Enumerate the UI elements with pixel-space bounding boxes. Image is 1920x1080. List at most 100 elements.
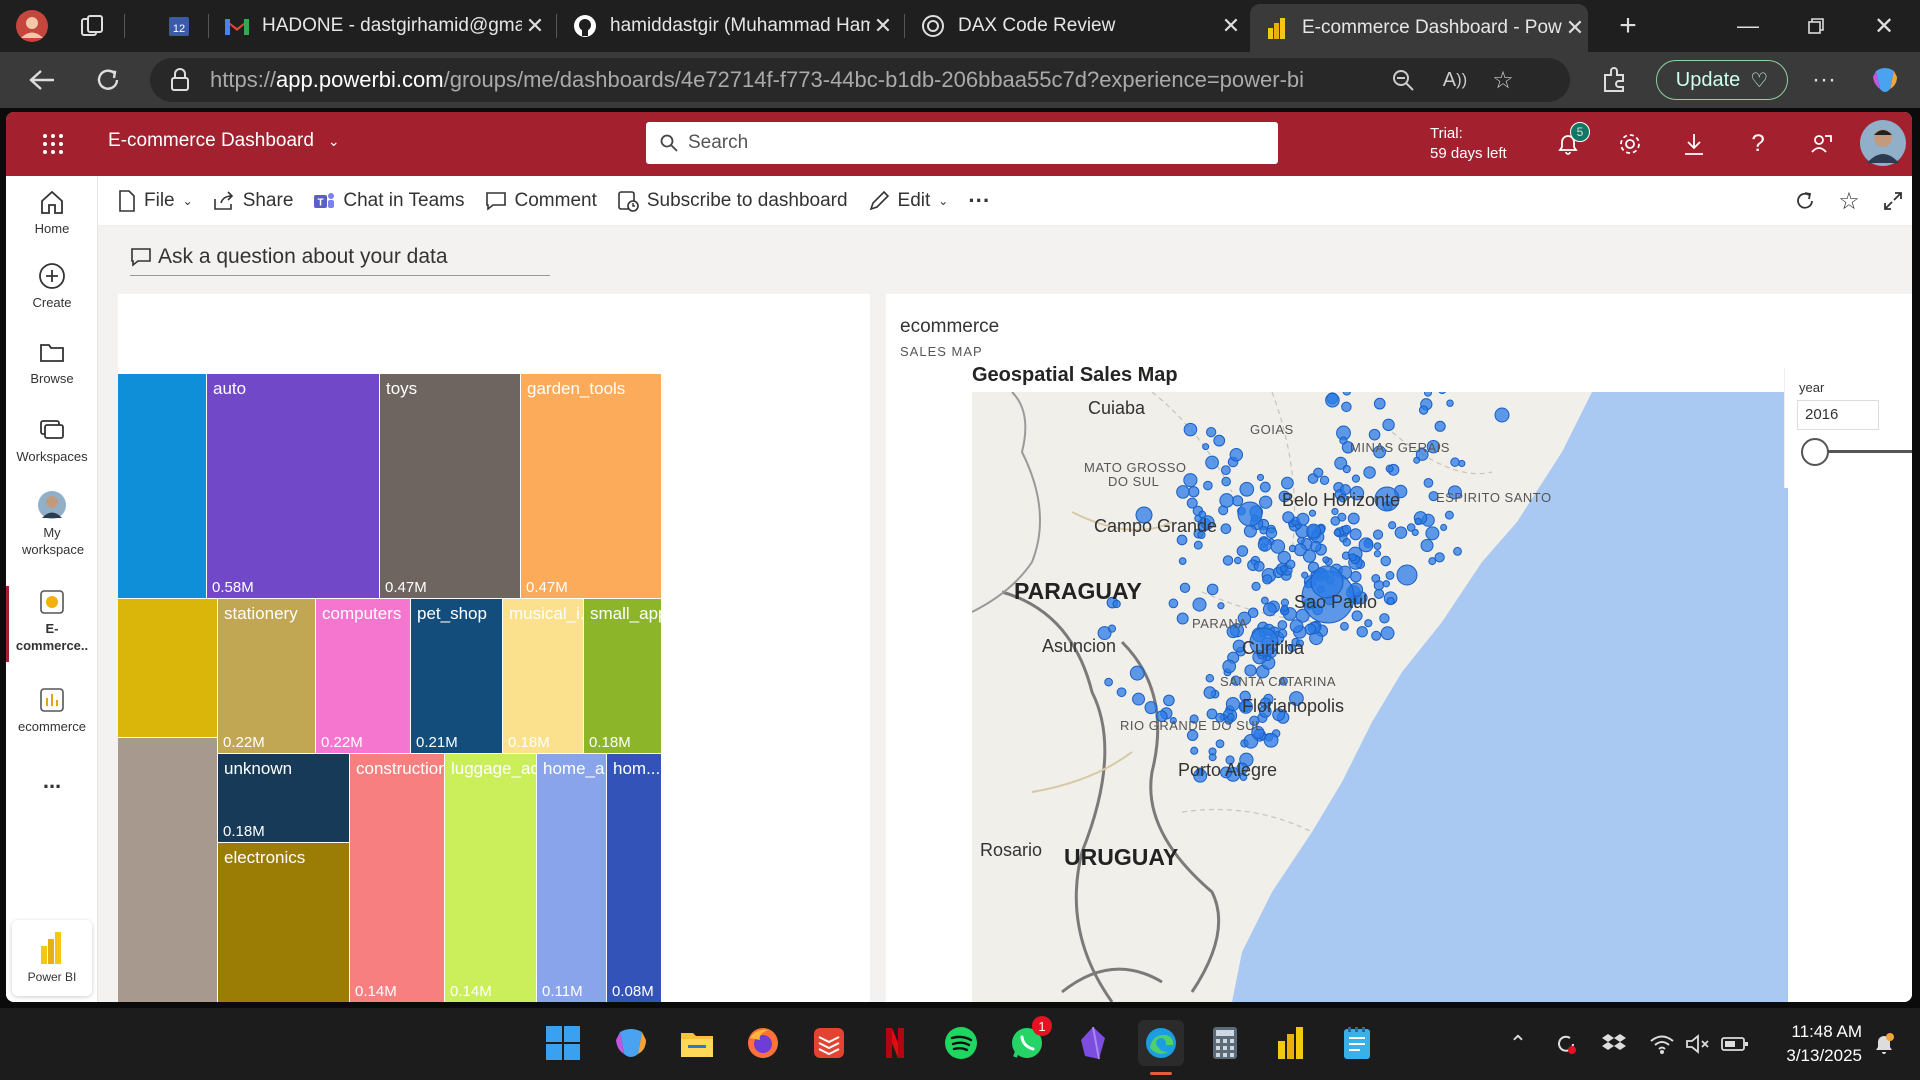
notifications-icon[interactable]: 5	[1548, 122, 1590, 162]
download-icon[interactable]	[1674, 126, 1714, 162]
sales-bubble[interactable]	[1239, 481, 1255, 497]
sales-bubble[interactable]	[1380, 555, 1391, 567]
sales-bubble[interactable]	[1183, 473, 1198, 488]
sales-bubble[interactable]	[1179, 582, 1191, 594]
sales-bubble[interactable]	[1251, 581, 1261, 592]
sales-bubble[interactable]	[1260, 596, 1269, 605]
nav-ecommerce-dashboard[interactable]: E-commerce..	[6, 588, 98, 654]
sales-bubble[interactable]	[1289, 619, 1304, 633]
sales-bubble[interactable]	[1341, 524, 1352, 535]
fullscreen-icon[interactable]	[1878, 186, 1908, 216]
treemap-tile-stationery[interactable]: stationery 0.22M	[218, 599, 315, 753]
sales-bubble[interactable]	[1281, 476, 1294, 490]
sales-bubble[interactable]	[1379, 613, 1390, 624]
sales-bubble[interactable]	[1232, 495, 1244, 507]
sales-bubble[interactable]	[1262, 574, 1273, 585]
powerbi-desktop-icon[interactable]	[1270, 1022, 1312, 1064]
sales-bubble[interactable]	[1220, 465, 1231, 476]
sales-bubble[interactable]	[1229, 448, 1244, 462]
sales-bubble[interactable]	[1116, 687, 1127, 698]
sales-bubble[interactable]	[1434, 552, 1445, 563]
sales-bubble[interactable]	[1186, 497, 1198, 509]
sales-bubble[interactable]	[1236, 545, 1249, 557]
sales-bubble[interactable]	[1192, 597, 1207, 612]
sales-bubble[interactable]	[1434, 420, 1446, 432]
sales-bubble[interactable]	[1423, 477, 1434, 488]
spotify-icon[interactable]	[940, 1022, 982, 1064]
sales-bubble[interactable]	[1178, 557, 1187, 566]
chat-in-teams-button[interactable]: T Chat in Teams	[313, 190, 465, 212]
treemap-tile-auto[interactable]: auto 0.58M	[207, 374, 379, 598]
sales-bubble[interactable]	[1163, 694, 1175, 707]
close-tab-icon[interactable]: ✕	[1218, 13, 1244, 39]
sales-bubble[interactable]	[1221, 476, 1231, 487]
dashboard-title-dropdown[interactable]: E-commerce Dashboard ⌄	[108, 130, 340, 152]
treemap-tile-unlabeled[interactable]	[118, 738, 217, 1002]
sales-bubble[interactable]	[1206, 583, 1219, 596]
treemap-tile-computers[interactable]: computers 0.22M	[316, 599, 410, 753]
sales-bubble[interactable]	[1277, 620, 1288, 630]
sales-bubble[interactable]	[1342, 392, 1352, 396]
sales-bubble[interactable]	[1176, 612, 1189, 625]
obsidian-icon[interactable]	[1072, 1022, 1114, 1064]
sales-bubble[interactable]	[1205, 426, 1217, 438]
search-input[interactable]: Search	[646, 122, 1278, 164]
sales-bubble[interactable]	[1418, 405, 1429, 415]
treemap-tile[interactable]: auto 0.58M toys 0.47M garden_tools 0.47M stati…	[118, 294, 870, 1002]
nav-ecommerce-report[interactable]: ecommerce	[6, 686, 98, 735]
treemap-tile-electronics[interactable]: electronics	[218, 843, 349, 1002]
geospatial-map[interactable]: Cuiaba Campo Grande Belo Horizonte Asunc…	[972, 392, 1788, 1002]
help-icon[interactable]: ?	[1738, 126, 1778, 162]
sales-bubble[interactable]	[1425, 526, 1440, 541]
sales-bubble[interactable]	[1220, 523, 1232, 535]
profile-avatar-icon[interactable]	[14, 8, 50, 44]
minimize-icon[interactable]: —	[1730, 10, 1766, 42]
sales-bubble[interactable]	[1263, 732, 1279, 748]
treemap-tile-unknown[interactable]: unknown 0.18M	[218, 754, 349, 842]
refresh-visuals-icon[interactable]	[1790, 186, 1820, 216]
sales-bubble[interactable]	[1203, 480, 1213, 491]
sales-bubble[interactable]	[1259, 481, 1271, 493]
sales-bubble[interactable]	[1297, 536, 1305, 545]
sales-bubble[interactable]	[1350, 571, 1362, 583]
subscribe-button[interactable]: Subscribe to dashboard	[617, 190, 848, 212]
treemap-tile-unlabeled[interactable]	[118, 599, 217, 737]
sales-bubble[interactable]	[1386, 596, 1395, 606]
sales-bubble[interactable]	[1219, 493, 1234, 508]
user-avatar[interactable]	[1858, 118, 1908, 168]
sales-bubble[interactable]	[1296, 512, 1310, 526]
favorite-icon[interactable]: ☆	[1834, 186, 1864, 216]
sales-bubble[interactable]	[1253, 560, 1265, 572]
sales-bubble[interactable]	[1363, 466, 1376, 479]
sales-bubble[interactable]	[1281, 604, 1289, 612]
sales-bubble[interactable]	[1215, 739, 1225, 749]
sales-bubble[interactable]	[1237, 501, 1263, 527]
treemap-tile-garden-tools[interactable]: garden_tools 0.47M	[521, 374, 661, 598]
sales-bubble[interactable]	[1265, 527, 1278, 539]
calculator-icon[interactable]	[1204, 1022, 1246, 1064]
sales-bubble[interactable]	[1340, 621, 1349, 631]
edit-button[interactable]: Edit ⌄	[868, 190, 948, 212]
settings-gear-icon[interactable]	[1610, 126, 1650, 162]
tab-chatgpt[interactable]: DAX Code Review ✕	[906, 6, 1244, 46]
treemap-tile-toys[interactable]: toys 0.47M	[380, 374, 520, 598]
sales-bubble[interactable]	[1188, 486, 1200, 498]
sales-bubble[interactable]	[1183, 422, 1198, 437]
extensions-icon[interactable]	[1596, 62, 1632, 98]
sales-bubble[interactable]	[1193, 540, 1203, 550]
nav-create[interactable]: Create	[6, 262, 98, 311]
dropbox-icon[interactable]	[1598, 1030, 1630, 1058]
sales-bubble[interactable]	[1205, 455, 1219, 470]
sales-bubble[interactable]	[1222, 659, 1237, 674]
sales-bubble[interactable]	[1494, 407, 1510, 423]
netflix-icon[interactable]	[874, 1022, 916, 1064]
sales-bubble[interactable]	[1380, 626, 1395, 641]
sales-bubble[interactable]	[1310, 540, 1322, 552]
sales-bubble[interactable]	[1222, 555, 1234, 566]
copilot-taskbar-icon[interactable]	[610, 1022, 652, 1064]
firefox-icon[interactable]	[742, 1022, 784, 1064]
sales-bubble[interactable]	[1406, 523, 1416, 532]
treemap-tile-unlabeled[interactable]	[118, 374, 206, 598]
treemap-tile-pet-shop[interactable]: pet_shop 0.21M	[411, 599, 502, 753]
sales-bubble[interactable]	[1388, 521, 1397, 530]
